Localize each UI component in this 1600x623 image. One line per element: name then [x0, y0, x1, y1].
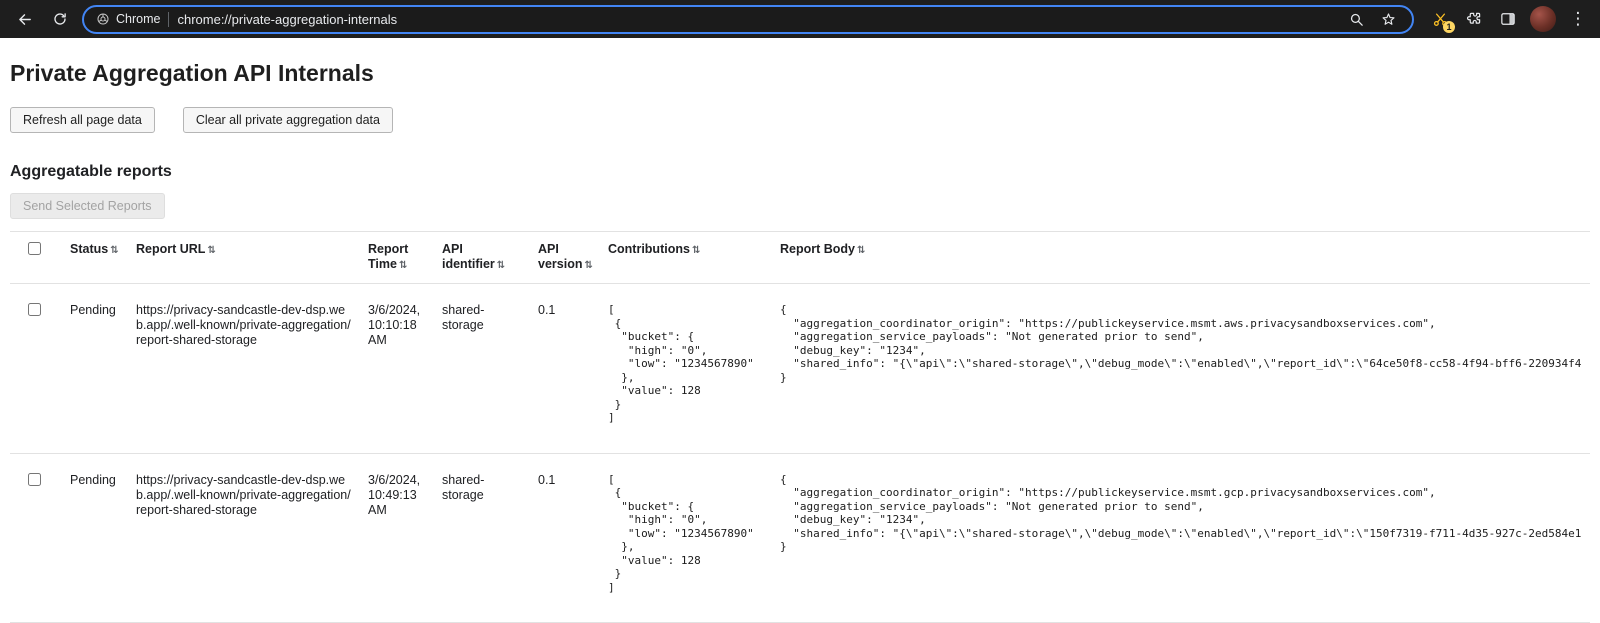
column-header-label: Contributions — [608, 242, 690, 256]
row-checkbox[interactable] — [28, 303, 41, 316]
select-all-header — [10, 232, 62, 284]
table-header-row: Status⇅ Report URL⇅ Report Time⇅ API ide… — [10, 232, 1590, 284]
page-title: Private Aggregation API Internals — [10, 60, 1590, 87]
api-version-cell: 0.1 — [530, 453, 600, 623]
bookmark-star-icon[interactable] — [1376, 7, 1400, 31]
clear-all-button[interactable]: Clear all private aggregation data — [183, 107, 393, 133]
column-header-label: Status — [70, 242, 108, 256]
select-all-checkbox[interactable] — [28, 242, 41, 255]
report-url-cell: https://privacy-sandcastle-dev-dsp.web.a… — [128, 284, 360, 454]
reports-actions: Send Selected Reports — [10, 193, 1590, 219]
report-body-json: { "aggregation_coordinator_origin": "htt… — [780, 303, 1582, 384]
page-actions: Refresh all page data Clear all private … — [10, 107, 1590, 133]
chrome-logo-icon — [96, 12, 110, 26]
contributions-json: [ { "bucket": { "high": "0", "low": "123… — [608, 473, 764, 595]
column-header-contributions[interactable]: Contributions⇅ — [600, 232, 772, 284]
row-checkbox[interactable] — [28, 473, 41, 486]
contributions-json: [ { "bucket": { "high": "0", "low": "123… — [608, 303, 764, 425]
sort-icon: ⇅ — [207, 245, 215, 256]
column-header-label: Report Body — [780, 242, 855, 256]
address-bar-divider — [168, 12, 169, 27]
api-identifier-cell: shared-storage — [434, 453, 530, 623]
section-heading: Aggregatable reports — [10, 163, 1590, 181]
menu-kebab-icon[interactable]: ⋮ — [1566, 7, 1590, 31]
row-select-cell — [10, 453, 62, 623]
profile-avatar[interactable] — [1530, 6, 1556, 32]
reload-button[interactable] — [46, 5, 74, 33]
page-content: Private Aggregation API Internals Refres… — [0, 60, 1600, 623]
site-chip: Chrome — [96, 12, 160, 26]
address-url-text: chrome://private-aggregation-internals — [177, 12, 397, 27]
extensions-puzzle-icon[interactable] — [1462, 7, 1486, 31]
report-time-cell: 3/6/2024, 10:49:13 AM — [360, 453, 434, 623]
back-button[interactable] — [10, 5, 38, 33]
report-body-cell: { "aggregation_coordinator_origin": "htt… — [772, 453, 1590, 623]
sort-icon: ⇅ — [497, 260, 505, 271]
toolbar-right-group: 1 ⋮ — [1422, 6, 1590, 32]
column-header-label: API version — [538, 242, 582, 271]
column-header-report-time[interactable]: Report Time⇅ — [360, 232, 434, 284]
table-row: Pending https://privacy-sandcastle-dev-d… — [10, 284, 1590, 454]
api-identifier-cell: shared-storage — [434, 284, 530, 454]
contributions-cell: [ { "bucket": { "high": "0", "low": "123… — [600, 284, 772, 454]
side-panel-icon[interactable] — [1496, 7, 1520, 31]
column-header-report-body[interactable]: Report Body⇅ — [772, 232, 1590, 284]
back-arrow-icon — [16, 11, 33, 28]
sort-icon: ⇅ — [399, 260, 407, 271]
api-version-cell: 0.1 — [530, 284, 600, 454]
send-selected-reports-button[interactable]: Send Selected Reports — [10, 193, 165, 219]
row-select-cell — [10, 284, 62, 454]
status-cell: Pending — [62, 453, 128, 623]
reload-icon — [52, 11, 68, 27]
report-time-cell: 3/6/2024, 10:10:18 AM — [360, 284, 434, 454]
refresh-all-button[interactable]: Refresh all page data — [10, 107, 155, 133]
site-chip-label: Chrome — [116, 12, 160, 26]
sort-icon: ⇅ — [584, 260, 592, 271]
screenshot-extension-icon[interactable]: 1 — [1428, 7, 1452, 31]
contributions-cell: [ { "bucket": { "high": "0", "low": "123… — [600, 453, 772, 623]
address-bar[interactable]: Chrome chrome://private-aggregation-inte… — [82, 5, 1414, 34]
column-header-api-identifier[interactable]: API identifier⇅ — [434, 232, 530, 284]
report-body-json: { "aggregation_coordinator_origin": "htt… — [780, 473, 1582, 554]
column-header-api-version[interactable]: API version⇅ — [530, 232, 600, 284]
browser-toolbar: Chrome chrome://private-aggregation-inte… — [0, 0, 1600, 38]
sort-icon: ⇅ — [692, 245, 700, 256]
column-header-label: API identifier — [442, 242, 495, 271]
search-icon[interactable] — [1344, 7, 1368, 31]
column-header-label: Report URL — [136, 242, 205, 256]
report-url-cell: https://privacy-sandcastle-dev-dsp.web.a… — [128, 453, 360, 623]
column-header-report-url[interactable]: Report URL⇅ — [128, 232, 360, 284]
table-row: Pending https://privacy-sandcastle-dev-d… — [10, 453, 1590, 623]
report-body-cell: { "aggregation_coordinator_origin": "htt… — [772, 284, 1590, 454]
sort-icon: ⇅ — [857, 245, 865, 256]
extension-badge: 1 — [1443, 21, 1455, 33]
column-header-status[interactable]: Status⇅ — [62, 232, 128, 284]
sort-icon: ⇅ — [110, 245, 118, 256]
reports-table: Status⇅ Report URL⇅ Report Time⇅ API ide… — [10, 231, 1590, 623]
status-cell: Pending — [62, 284, 128, 454]
